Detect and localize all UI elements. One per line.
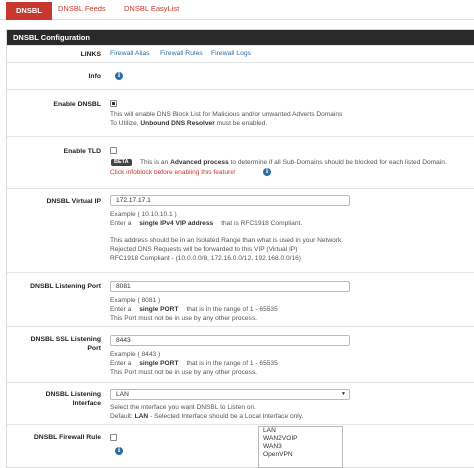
ssl-port-help-1: Enter a single PORT that is in the range o… — [110, 360, 278, 367]
listening-port-input[interactable]: 8081 — [110, 281, 350, 292]
enable-tld-help-1: This is an Advanced process to determine… — [140, 159, 447, 166]
listening-port-help-1: Enter a single PORT that is in the range o… — [110, 306, 278, 313]
firewall-rule-info-icon[interactable]: i — [115, 447, 123, 455]
virtual-ip-help-3: Rejected DNS Requests will be forwarded … — [110, 246, 298, 253]
listening-port-help-2: This Port must not be in use by any othe… — [110, 315, 257, 322]
firewall-rules-link[interactable]: Firewall Rules — [160, 50, 203, 57]
info-label: Info — [88, 73, 101, 80]
listening-interface-label-2: Interface — [72, 400, 101, 407]
enable-dnsbl-label: Enable DNSBL — [53, 101, 101, 108]
virtual-ip-help-1: Enter a single IPv4 VIP address that is RF… — [110, 220, 303, 227]
listening-interface-row: DNSBL Listening Interface LAN ▼ Select th… — [7, 382, 474, 424]
ssl-port-label-1: DNSBL SSL Listening — [30, 336, 101, 343]
interface-listbox[interactable]: LAN WAN2VOIP WAN3 OpenVPN — [258, 426, 343, 468]
chevron-down-icon: ▼ — [341, 391, 346, 397]
ssl-port-row: DNSBL SSL Listening Port 8443 Example ( … — [7, 326, 474, 382]
listening-port-row: DNSBL Listening Port 8081 Example ( 8081… — [7, 272, 474, 326]
virtual-ip-input[interactable]: 172.17.17.1 — [110, 195, 350, 206]
beta-badge: BETA — [111, 159, 132, 166]
enable-tld-warning: Click infoblock before enabling this fea… — [110, 169, 236, 176]
virtual-ip-help-4: RFC1918 Compliant - (10.0.0.0/8, 172.16.… — [110, 255, 301, 262]
enable-tld-label: Enable TLD — [63, 148, 101, 155]
tab-bar: DNSBL DNSBL Feeds DNSBL EasyList — [0, 0, 474, 20]
tab-dnsbl-easylist[interactable]: DNSBL EasyList — [124, 0, 179, 20]
listening-port-label: DNSBL Listening Port — [30, 283, 101, 290]
panel-title: DNSBL Configuration — [7, 30, 474, 45]
listening-port-example: Example ( 8081 ) — [110, 297, 161, 304]
dnsbl-config-panel: DNSBL Configuration LINKS Firewall Alias… — [6, 29, 474, 468]
ssl-port-input[interactable]: 8443 — [110, 335, 350, 346]
enable-dnsbl-checkbox[interactable] — [110, 100, 117, 107]
listening-interface-select[interactable]: LAN ▼ — [110, 389, 350, 400]
tab-dnsbl[interactable]: DNSBL — [6, 2, 52, 20]
tld-info-icon[interactable]: i — [263, 168, 271, 176]
list-item[interactable]: OpenVPN — [259, 451, 342, 459]
virtual-ip-label: DNSBL Virtual IP — [46, 198, 101, 205]
virtual-ip-example: Example ( 10.10.10.1 ) — [110, 211, 177, 218]
firewall-rule-label: DNSBL Firewall Rule — [33, 434, 101, 441]
links-row: LINKS Firewall Alias Firewall Rules Fire… — [7, 45, 474, 62]
enable-tld-checkbox[interactable] — [110, 147, 117, 154]
info-icon[interactable]: i — [115, 72, 123, 80]
virtual-ip-row: DNSBL Virtual IP 172.17.17.1 Example ( 1… — [7, 188, 474, 272]
firewall-alias-link[interactable]: Firewall Alias — [110, 50, 150, 57]
enable-tld-row: Enable TLD BETA This is an Advanced proc… — [7, 136, 474, 188]
links-label: LINKS — [80, 51, 101, 58]
listening-interface-help-2: Default: LAN - Selected Interface should… — [110, 413, 304, 420]
ssl-port-label-2: Port — [87, 345, 101, 352]
listening-interface-label-1: DNSBL Listening — [45, 391, 101, 398]
ssl-port-help-2: This Port must not be in use by any othe… — [110, 369, 257, 376]
enable-dnsbl-help-1: This will enable DNS Block List for Mali… — [110, 111, 343, 118]
enable-dnsbl-help-2: To Utilize, Unbound DNS Resolver must be… — [110, 120, 268, 127]
firewall-logs-link[interactable]: Firewall Logs — [211, 50, 251, 57]
info-row: Info i — [7, 62, 474, 89]
firewall-rule-checkbox[interactable] — [110, 434, 117, 441]
tab-dnsbl-feeds[interactable]: DNSBL Feeds — [58, 0, 106, 20]
enable-dnsbl-row: Enable DNSBL This will enable DNS Block … — [7, 89, 474, 136]
listening-interface-help-1: Select the interface you want DNSBL to L… — [110, 404, 256, 411]
list-item[interactable]: WAN2VOIP — [259, 435, 342, 443]
list-item[interactable]: WAN3 — [259, 443, 342, 451]
firewall-rule-row: DNSBL Firewall Rule i — [7, 424, 474, 468]
list-item[interactable]: LAN — [259, 427, 342, 435]
virtual-ip-help-2: This address should be in an Isolated Ra… — [110, 237, 344, 244]
ssl-port-example: Example ( 8443 ) — [110, 351, 161, 358]
